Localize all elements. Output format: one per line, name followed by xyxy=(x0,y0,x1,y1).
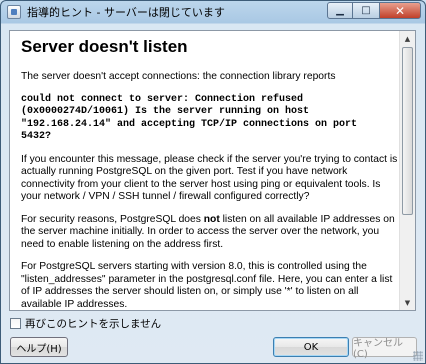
dont-show-again-row[interactable]: 再びこのヒントを示しません xyxy=(10,316,161,331)
hint-heading: Server doesn't listen xyxy=(21,37,188,56)
dont-show-again-label[interactable]: 再びこのヒントを示しません xyxy=(25,316,161,331)
hint-security-paragraph: For security reasons, PostgreSQL does no… xyxy=(21,214,401,252)
ok-button[interactable]: OK xyxy=(273,337,349,357)
close-button[interactable]: ✕ xyxy=(379,2,421,19)
scrollbar-thumb[interactable] xyxy=(402,47,413,215)
hint-content-pane[interactable]: Server doesn't listen The server doesn't… xyxy=(9,30,416,311)
security-text-bold: not xyxy=(203,213,220,225)
security-text-start: For security reasons, PostgreSQL does xyxy=(21,213,204,225)
maximize-icon: □ xyxy=(361,5,371,16)
hint-dialog-window: 指導的ヒント - サーバーは閉じています ▁ □ ✕ Server doesn'… xyxy=(0,0,426,364)
minimize-icon: ▁ xyxy=(336,5,344,16)
vertical-scrollbar[interactable]: ▲ ▼ xyxy=(399,31,415,310)
caption-buttons: ▁ □ ✕ xyxy=(327,2,421,20)
title-bar[interactable]: 指導的ヒント - サーバーは閉じています ▁ □ ✕ xyxy=(1,1,425,23)
scroll-down-arrow-icon[interactable]: ▼ xyxy=(400,295,415,310)
error-message: could not connect to server: Connection … xyxy=(21,93,358,143)
dont-show-again-checkbox[interactable] xyxy=(10,318,21,329)
minimize-button[interactable]: ▁ xyxy=(327,2,353,19)
hint-intro: The server doesn't accept connections: t… xyxy=(21,71,336,82)
resize-grip-icon[interactable] xyxy=(413,351,423,361)
maximize-button[interactable]: □ xyxy=(353,2,379,19)
window-title: 指導的ヒント - サーバーは閉じています xyxy=(27,6,225,19)
hint-text: Server doesn't listen The server doesn't… xyxy=(21,37,401,310)
scroll-up-arrow-icon[interactable]: ▲ xyxy=(400,31,415,46)
hint-check-paragraph: If you encounter this message, please ch… xyxy=(21,153,398,203)
close-icon: ✕ xyxy=(394,3,406,18)
hint-listen-paragraph: For PostgreSQL servers starting with ver… xyxy=(21,261,393,310)
app-icon xyxy=(7,5,21,19)
help-button[interactable]: ヘルプ(H) xyxy=(10,337,68,357)
cancel-button[interactable]: キャンセル(C) xyxy=(352,337,417,360)
